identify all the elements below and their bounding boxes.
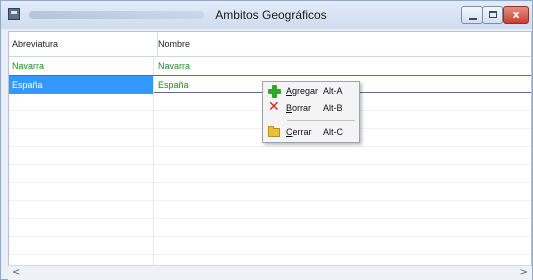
menu-item-shortcut: Alt-A [323, 86, 343, 96]
menu-item-shortcut: Alt-C [323, 127, 343, 137]
empty-cell [9, 183, 154, 201]
empty-cell [9, 111, 154, 129]
folder-icon [268, 126, 280, 137]
empty-row [9, 165, 531, 183]
horizontal-scrollbar[interactable]: < > [8, 265, 532, 280]
cell-abreviatura[interactable]: España [9, 76, 154, 94]
menu-item-label: Borrar [286, 103, 312, 113]
empty-cell [9, 237, 154, 255]
empty-cell [9, 165, 154, 183]
title-blurred-region [29, 11, 204, 19]
column-header-nombre[interactable]: Nombre [155, 32, 531, 56]
empty-cell [9, 147, 154, 165]
menu-item-label: Agregar [286, 86, 319, 96]
menu-item-borrar[interactable]: ✕ Borrar Alt-B [264, 100, 358, 117]
empty-row [9, 237, 531, 255]
empty-row [9, 219, 531, 237]
scroll-left-icon[interactable]: < [12, 267, 20, 278]
minimize-button[interactable] [461, 6, 483, 24]
empty-cell [9, 129, 154, 147]
data-grid[interactable]: Abreviatura Nombre Navarra Navarra Españ… [8, 31, 532, 267]
empty-row [9, 183, 531, 201]
menu-item-cerrar[interactable]: Cerrar Alt-C [264, 124, 358, 141]
column-header-abreviatura[interactable]: Abreviatura [9, 32, 158, 56]
context-menu: Agregar Alt-A ✕ Borrar Alt-B Cerrar Alt-… [262, 81, 360, 143]
menu-separator [287, 120, 355, 121]
title-bar[interactable]: Ambitos Geográficos x [1, 1, 532, 29]
grid-header: Abreviatura Nombre [9, 32, 531, 57]
cell-nombre[interactable]: Navarra [155, 57, 531, 75]
empty-row [9, 201, 531, 219]
minimize-icon [469, 18, 477, 20]
plus-icon [268, 85, 281, 98]
cell-abreviatura[interactable]: Navarra [9, 57, 154, 75]
menu-item-agregar[interactable]: Agregar Alt-A [264, 83, 358, 100]
delete-x-icon: ✕ [268, 99, 280, 115]
maximize-button[interactable] [482, 6, 503, 24]
window-title: Ambitos Geográficos [215, 8, 327, 22]
menu-item-label: Cerrar [286, 127, 312, 137]
menu-item-shortcut: Alt-B [323, 103, 343, 113]
close-button[interactable]: x [503, 6, 529, 24]
empty-cell [9, 201, 154, 219]
app-window: Ambitos Geográficos x Abreviatura Nombre… [0, 0, 533, 280]
scroll-right-icon[interactable]: > [520, 267, 528, 278]
empty-cell [9, 219, 154, 237]
maximize-icon [489, 11, 497, 18]
close-icon: x [512, 8, 520, 21]
app-icon[interactable] [8, 8, 20, 20]
table-row[interactable]: Navarra Navarra [9, 57, 531, 75]
empty-cell [9, 93, 154, 111]
empty-row [9, 147, 531, 165]
